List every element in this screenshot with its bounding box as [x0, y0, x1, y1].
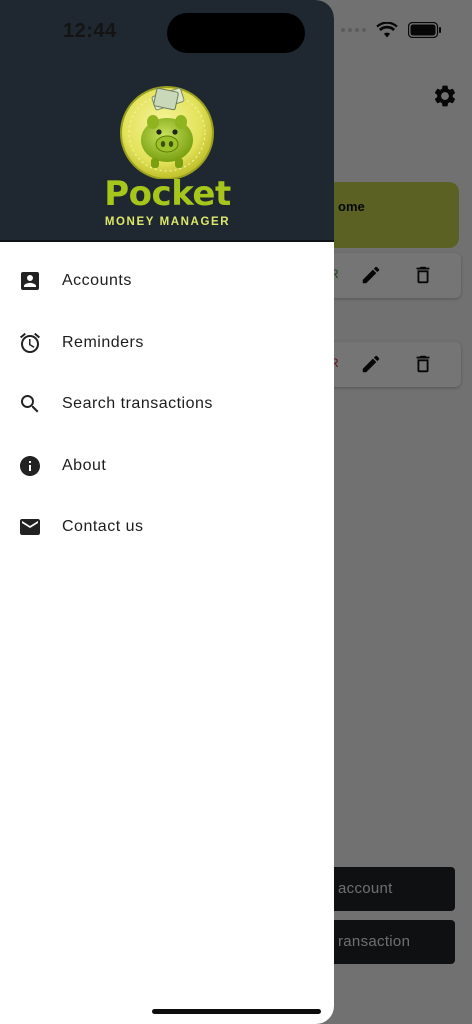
drawer-header: 12:44 Pocket MONEY MANAGER	[0, 0, 334, 242]
app-logo: Pocket MONEY MANAGER	[95, 84, 240, 234]
drawer-item-accounts[interactable]: Accounts	[0, 250, 334, 311]
logo-title: Pocket	[104, 174, 231, 214]
drawer-item-contact-us[interactable]: Contact us	[0, 496, 334, 557]
drawer-item-label: About	[62, 456, 107, 474]
alarm-icon	[20, 332, 40, 353]
dynamic-island	[167, 13, 305, 53]
drawer-item-label: Search transactions	[62, 394, 213, 412]
logo-subtitle: MONEY MANAGER	[104, 216, 231, 228]
piggy-bank-coin-icon	[120, 86, 214, 179]
drawer-item-label: Contact us	[62, 517, 144, 535]
home-indicator[interactable]	[152, 1009, 321, 1014]
info-icon	[20, 455, 40, 476]
drawer-item-about[interactable]: About	[0, 435, 334, 496]
drawer-item-label: Accounts	[62, 271, 132, 289]
status-time: 12:44	[63, 20, 117, 42]
mail-icon	[20, 518, 40, 535]
account-box-icon	[21, 271, 39, 290]
navigation-drawer: 12:44 Pocket MONEY MANAGER Accounts Remi…	[0, 0, 334, 1024]
drawer-item-label: Reminders	[62, 333, 144, 351]
drawer-item-reminders[interactable]: Reminders	[0, 312, 334, 373]
drawer-item-search-transactions[interactable]: Search transactions	[0, 373, 334, 434]
search-icon	[21, 394, 39, 412]
